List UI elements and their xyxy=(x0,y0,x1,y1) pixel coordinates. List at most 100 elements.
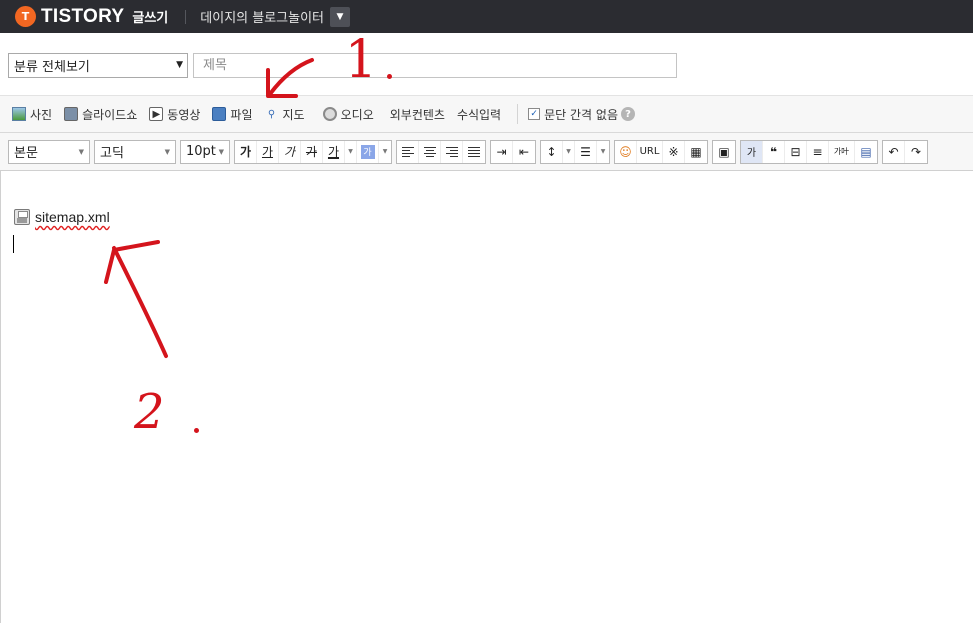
line-height-icon[interactable]: ↕ xyxy=(541,140,563,163)
table-icon[interactable]: ▦ xyxy=(685,141,707,163)
annotation-dot-bottom xyxy=(194,428,199,433)
blog-name[interactable]: 데이지의 블로그놀이터 xyxy=(200,7,324,26)
font-size-select[interactable]: 10pt ▼ xyxy=(180,139,230,164)
attach-audio-button[interactable]: 오디오 xyxy=(317,102,380,126)
attach-slideshow-label: 슬라이드쇼 xyxy=(82,107,138,122)
equation-button[interactable]: 수식입력 xyxy=(451,102,507,126)
chevron-down-icon: ▼ xyxy=(336,11,344,22)
equation-label: 수식입력 xyxy=(456,107,502,122)
special-char-button[interactable]: ※ xyxy=(663,140,685,163)
annotation-label-top: 1 xyxy=(345,28,377,90)
toolbar-divider xyxy=(517,104,519,124)
align-group xyxy=(396,139,486,164)
external-content-label: 외부컨텐츠 xyxy=(389,107,445,122)
annotation-dot-top xyxy=(387,74,392,79)
checkbox-checked-icon[interactable]: ✓ xyxy=(528,108,541,120)
paragraph-style-select[interactable]: 본문 ▼ xyxy=(8,139,90,164)
outdent-icon[interactable]: ⇤ xyxy=(513,141,535,163)
font-size-value: 10pt xyxy=(186,144,216,159)
list-dropdown-icon[interactable]: ▼ xyxy=(597,141,609,163)
highlight-button[interactable]: 가 xyxy=(357,140,379,163)
more-icon[interactable]: ⊟ xyxy=(785,140,807,163)
attach-video-label: 동영상 xyxy=(167,107,201,122)
dropdown-arrow-icon: ▼ xyxy=(218,147,224,156)
floppy-disk-icon xyxy=(14,209,30,225)
format-toolbar: 본문 ▼ 고딕 ▼ 10pt ▼ 가 가 가 가 가 ▼ 가 ▼ ⇥ ⇤ ↕ ▼… xyxy=(0,133,973,171)
text-style-group: 가 가 가 가 가 ▼ 가 ▼ xyxy=(234,139,392,164)
dropdown-arrow-icon: ▼ xyxy=(176,60,183,70)
audio-icon xyxy=(322,107,337,121)
emoticon-icon[interactable]: ☺ xyxy=(615,140,637,163)
italic-button[interactable]: 가 xyxy=(279,140,301,163)
attached-file-link[interactable]: sitemap.xml xyxy=(35,209,110,225)
attach-slideshow-button[interactable]: 슬라이드쇼 xyxy=(58,102,143,126)
font-family-select[interactable]: 고딕 ▼ xyxy=(94,139,176,164)
attach-map-button[interactable]: ⚲ 지도 xyxy=(259,102,311,126)
annotation-label-bottom: 2 xyxy=(134,384,165,440)
undo-icon[interactable]: ↶ xyxy=(883,140,905,163)
highlight-dropdown-icon[interactable]: ▼ xyxy=(379,141,391,163)
tistory-logo-icon[interactable]: T xyxy=(15,6,36,27)
spacing-list-group: ↕ ▼ ☰ ▼ xyxy=(540,139,610,164)
attach-toolbar: 사진 슬라이드쇼 ▶ 동영상 파일 ⚲ 지도 오디오 외부컨텐츠 수식입력 ✓ … xyxy=(0,95,973,133)
align-left-icon[interactable] xyxy=(397,140,419,163)
block-group: 가 ❝ ⊟ ≡ 가叶 ▤ xyxy=(740,139,878,164)
redo-icon[interactable]: ↷ xyxy=(905,141,927,163)
dropdown-arrow-icon: ▼ xyxy=(164,147,170,156)
divider-line-icon[interactable]: ≡ xyxy=(807,140,829,163)
attach-audio-label: 오디오 xyxy=(340,107,374,122)
align-right-icon[interactable] xyxy=(441,140,463,163)
title-input[interactable] xyxy=(193,53,677,78)
indent-icon[interactable]: ⇥ xyxy=(491,140,513,163)
brand-name[interactable]: TISTORY xyxy=(41,6,124,28)
hanja-button[interactable]: 가叶 xyxy=(829,140,855,163)
section-title: 글쓰기 xyxy=(132,11,169,26)
video-icon: ▶ xyxy=(149,107,164,121)
text-caret xyxy=(13,235,14,253)
attach-photo-label: 사진 xyxy=(30,107,53,122)
html-source-icon[interactable]: ▤ xyxy=(855,141,877,163)
slideshow-icon xyxy=(64,107,79,121)
paragraph-spacing-label: 문단 간격 없음 xyxy=(544,107,618,122)
bold-button[interactable]: 가 xyxy=(235,140,257,163)
photo-icon xyxy=(12,107,26,121)
logo-mark: T xyxy=(21,10,30,23)
strikethrough-button[interactable]: 가 xyxy=(301,140,323,163)
layout-group: ▣ xyxy=(712,139,736,164)
top-bar: T TISTORY 글쓰기 데이지의 블로그놀이터 ▼ xyxy=(0,0,973,33)
attach-photo-button[interactable]: 사진 xyxy=(6,102,58,126)
editor-page: T TISTORY 글쓰기 데이지의 블로그놀이터 ▼ 분류 전체보기 ▼ 사진… xyxy=(0,0,973,623)
category-select[interactable]: 분류 전체보기 ▼ xyxy=(8,53,188,78)
font-family-value: 고딕 xyxy=(100,146,124,161)
attach-video-button[interactable]: ▶ 동영상 xyxy=(143,102,206,126)
paragraph-spacing-toggle[interactable]: ✓ 문단 간격 없음 ? xyxy=(522,102,641,126)
header-divider xyxy=(185,9,187,24)
paragraph-style-value: 본문 xyxy=(14,146,38,161)
attach-file-button[interactable]: 파일 xyxy=(206,102,258,126)
list-icon[interactable]: ☰ xyxy=(575,140,597,163)
dropdown-arrow-icon: ▼ xyxy=(78,147,84,156)
line-height-dropdown-icon[interactable]: ▼ xyxy=(563,140,575,163)
highlight-swatch: 가 xyxy=(360,144,375,159)
external-content-button[interactable]: 외부컨텐츠 xyxy=(384,102,451,126)
quote-button[interactable]: ❝ xyxy=(763,140,785,163)
underline-button[interactable]: 가 xyxy=(257,140,279,163)
layout-icon[interactable]: ▣ xyxy=(713,141,735,163)
title-row: 분류 전체보기 ▼ xyxy=(0,33,973,95)
file-icon xyxy=(212,107,227,121)
align-justify-icon[interactable] xyxy=(463,141,485,163)
align-center-icon[interactable] xyxy=(419,140,441,163)
font-color-button[interactable]: 가 xyxy=(323,140,345,163)
attach-map-label: 지도 xyxy=(282,107,305,122)
indent-group: ⇥ ⇤ xyxy=(490,139,536,164)
insert-group: ☺ URL ※ ▦ xyxy=(614,139,708,164)
link-button[interactable]: URL xyxy=(637,140,663,163)
box-button[interactable]: 가 xyxy=(741,140,763,163)
history-group: ↶ ↷ xyxy=(882,139,928,164)
font-color-dropdown-icon[interactable]: ▼ xyxy=(345,140,357,163)
map-icon: ⚲ xyxy=(267,108,276,120)
attached-file[interactable]: sitemap.xml xyxy=(14,209,110,225)
help-icon[interactable]: ? xyxy=(620,107,635,121)
blog-dropdown-button[interactable]: ▼ xyxy=(330,6,351,27)
attach-file-label: 파일 xyxy=(230,107,253,122)
